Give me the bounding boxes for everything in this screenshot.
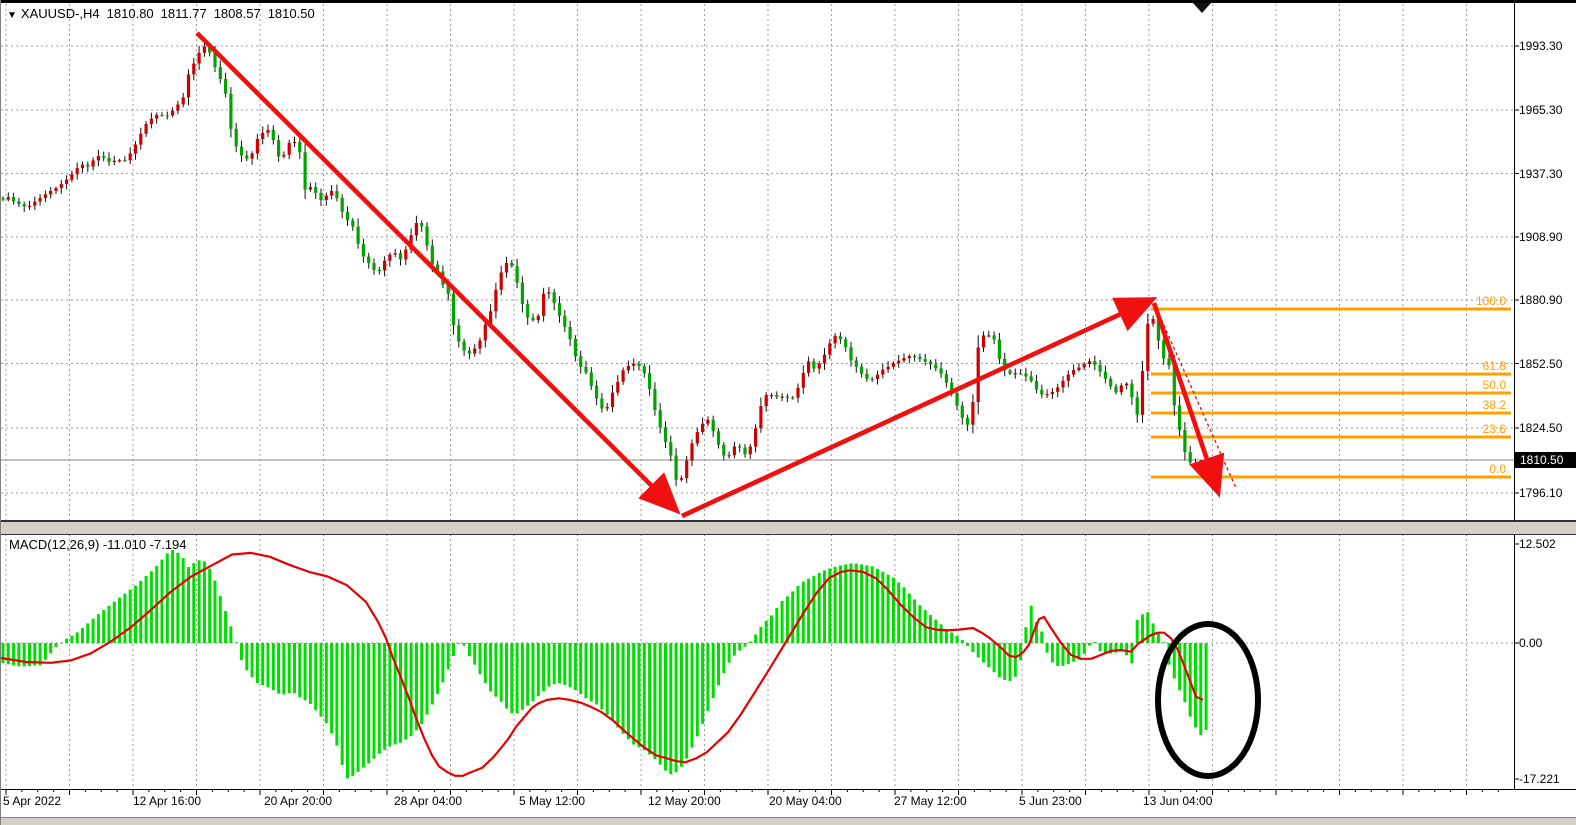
ohlc-close: 1810.50 xyxy=(268,6,315,21)
time-axis-label: 20 May 04:00 xyxy=(769,794,842,808)
price-axis-label: 1965.30 xyxy=(1519,103,1562,117)
price-axis-label: 1908.90 xyxy=(1519,230,1562,244)
fib-level-label: 38.2 xyxy=(1386,398,1506,412)
candlesticks xyxy=(1,46,1207,479)
time-axis-label: 27 May 12:00 xyxy=(894,794,967,808)
fib-level-label: 100.0 xyxy=(1386,294,1506,308)
highlight-ellipse[interactable] xyxy=(1158,624,1258,776)
current-price-tag: 1810.50 xyxy=(1515,452,1576,468)
ohlc-open: 1810.80 xyxy=(107,6,154,21)
symbol-period-label: XAUUSD-,H4 xyxy=(21,6,100,21)
ohlc-high: 1811.77 xyxy=(161,6,207,21)
time-axis-label: 5 Apr 2022 xyxy=(3,794,61,808)
chart-window: ▼XAUUSD-,H41810.801811.771808.571810.50 … xyxy=(0,0,1576,825)
fib-level-label: 61.8 xyxy=(1386,359,1506,373)
window-bottom-border xyxy=(1,817,1576,825)
symbol-dropdown-icon[interactable]: ▼ xyxy=(7,10,17,21)
chart-title: ▼ XAUUSD-,H4 1810.80 1811.77 1808.57 1810.50 xyxy=(7,6,322,21)
macd-axis-label: 12.502 xyxy=(1519,537,1556,551)
time-axis-label: 20 Apr 20:00 xyxy=(264,794,332,808)
macd-indicator-label: MACD(12,26,9) -11.010 -7.194 xyxy=(9,537,187,552)
price-axis-label: 1880.90 xyxy=(1519,293,1562,307)
fib-level-label: 0.0 xyxy=(1386,462,1506,476)
macd-axis-label: 0.00 xyxy=(1519,636,1542,650)
time-axis-label: 5 May 12:00 xyxy=(519,794,585,808)
price-axis-label: 1852.50 xyxy=(1519,357,1562,371)
macd-axis-label: -17.221 xyxy=(1519,772,1560,786)
fib-level-label: 23.6 xyxy=(1386,422,1506,436)
fib-level-label: 50.0 xyxy=(1386,378,1506,392)
chart-canvas[interactable] xyxy=(1,0,1576,825)
time-axis-label: 13 Jun 04:00 xyxy=(1143,794,1212,808)
trend-arrows[interactable] xyxy=(197,33,1217,516)
time-axis-label: 12 May 20:00 xyxy=(648,794,721,808)
gridlines xyxy=(1,4,1514,789)
time-axis-label: 12 Apr 16:00 xyxy=(133,794,201,808)
price-axis-label: 1937.30 xyxy=(1519,167,1562,181)
time-axis-label: 28 Apr 04:00 xyxy=(394,794,462,808)
price-axis-label: 1796.10 xyxy=(1519,486,1562,500)
time-axis-label: 5 Jun 23:00 xyxy=(1019,794,1082,808)
ohlc-low: 1808.57 xyxy=(214,6,261,21)
price-axis-label: 1993.30 xyxy=(1519,39,1562,53)
candle-wicks xyxy=(3,43,1206,486)
price-axis-label: 1824.50 xyxy=(1519,421,1562,435)
pane-splitter[interactable] xyxy=(1,521,1576,535)
